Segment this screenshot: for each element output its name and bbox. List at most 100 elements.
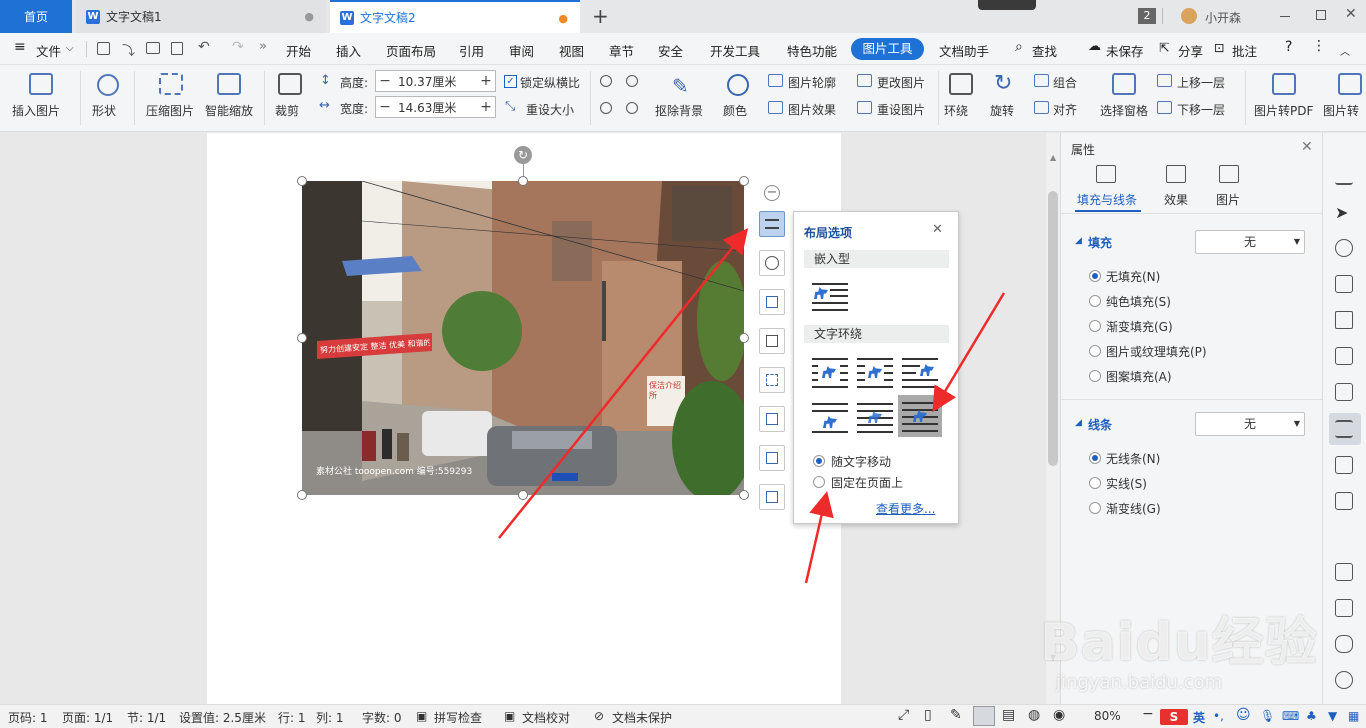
- gradient-fill-radio[interactable]: [1089, 320, 1101, 332]
- page-number[interactable]: 页码: 1: [8, 709, 48, 726]
- width-decrease-button[interactable]: −: [376, 97, 394, 117]
- crop-quick-button[interactable]: [759, 328, 785, 354]
- undo-icon[interactable]: ↶: [198, 39, 210, 55]
- tab-home[interactable]: 首页: [0, 0, 72, 33]
- new-tab-button[interactable]: +: [592, 4, 609, 28]
- proofread-button[interactable]: 文档校对: [522, 709, 570, 726]
- street-photo[interactable]: 努力创建安定 整洁 优美 和谐的文明小区 保洁介绍所 素材公社 tooopen.…: [302, 181, 744, 495]
- send-backward-icon[interactable]: [1157, 101, 1172, 114]
- menu-find[interactable]: 查找: [1032, 41, 1057, 60]
- collapse-line-icon[interactable]: ◢: [1075, 418, 1082, 428]
- tab-picture[interactable]: 图片: [1216, 191, 1240, 208]
- picture-convert-icon[interactable]: [1338, 73, 1362, 95]
- lock-ratio-label[interactable]: 锁定纵横比: [520, 74, 580, 91]
- wrap-square-option[interactable]: [812, 358, 848, 388]
- no-line-radio[interactable]: [1089, 452, 1101, 464]
- resize-handle-top[interactable]: [518, 176, 528, 186]
- rotate-icon[interactable]: ↻: [994, 71, 1012, 96]
- wrap-through-option[interactable]: [902, 358, 938, 388]
- properties-icon[interactable]: [1335, 420, 1353, 438]
- protect-status[interactable]: 文档未保护: [612, 709, 672, 726]
- picture-to-pdf-button[interactable]: 图片转PDF: [1254, 102, 1313, 119]
- color-button[interactable]: 颜色: [723, 102, 747, 119]
- see-more-link[interactable]: 查看更多...: [876, 500, 935, 517]
- menu-share[interactable]: 分享: [1178, 41, 1203, 60]
- line-section-label[interactable]: 线条: [1088, 416, 1112, 433]
- insert-picture-icon[interactable]: [29, 73, 53, 95]
- search-icon[interactable]: ⌕: [1015, 39, 1023, 55]
- menu-doc-helper[interactable]: 文档助手: [939, 41, 989, 60]
- ime-toolbox-icon[interactable]: ▦: [1348, 709, 1359, 723]
- height-decrease-button[interactable]: −: [376, 71, 394, 91]
- effects-icon[interactable]: [1166, 165, 1186, 183]
- menu-section[interactable]: 章节: [609, 41, 634, 60]
- height-value[interactable]: 10.37厘米: [394, 73, 477, 90]
- send-backward-button[interactable]: 下移一层: [1177, 101, 1225, 118]
- rotate-handle-icon[interactable]: ↻: [514, 146, 532, 164]
- more-icon[interactable]: »: [259, 39, 267, 54]
- resize-handle-left[interactable]: [297, 333, 307, 343]
- fullscreen-icon[interactable]: ⤢: [898, 707, 909, 723]
- gradient-line-radio[interactable]: [1089, 502, 1101, 514]
- collapse-ribbon-icon[interactable]: ︿: [1340, 43, 1350, 58]
- collapse-fill-icon[interactable]: ◢: [1075, 236, 1082, 246]
- resize-handle-top-left[interactable]: [297, 176, 307, 186]
- menu-features[interactable]: 特色功能: [787, 41, 837, 60]
- zoom-level[interactable]: 80%: [1094, 709, 1121, 723]
- no-fill-label[interactable]: 无填充(N): [1106, 268, 1160, 285]
- solid-fill-label[interactable]: 纯色填充(S): [1106, 293, 1171, 310]
- color-icon[interactable]: [727, 74, 749, 96]
- popup-close-icon[interactable]: ✕: [932, 222, 943, 237]
- row-info[interactable]: 行: 1: [278, 709, 306, 726]
- wrap-in-front-option[interactable]: [902, 402, 938, 432]
- height-increase-button[interactable]: +: [477, 71, 495, 91]
- tab-effects[interactable]: 效果: [1164, 191, 1188, 208]
- column-info[interactable]: 列: 1: [316, 709, 344, 726]
- edit-mode-icon[interactable]: ✎: [950, 707, 962, 723]
- unsaved-dot-icon[interactable]: ●: [558, 12, 568, 25]
- redo-icon[interactable]: ↷: [232, 39, 244, 55]
- print-preview-icon[interactable]: [171, 42, 183, 55]
- change-picture-icon[interactable]: [857, 74, 872, 87]
- help-icon[interactable]: ?: [1285, 39, 1292, 55]
- minimize-icon[interactable]: [1280, 16, 1290, 17]
- page-count[interactable]: 页面: 1/1: [62, 709, 113, 726]
- menu-view[interactable]: 视图: [559, 41, 584, 60]
- pen-icon[interactable]: [1335, 167, 1353, 185]
- protect-icon[interactable]: ⊘: [594, 709, 604, 723]
- width-increase-button[interactable]: +: [477, 97, 495, 117]
- change-picture-button[interactable]: 更改图片: [877, 74, 925, 91]
- picture-to-pdf-icon[interactable]: [1272, 73, 1296, 95]
- fixed-on-page-label[interactable]: 固定在页面上: [831, 474, 903, 491]
- compress-quick-button[interactable]: [759, 367, 785, 393]
- selection-pane-button[interactable]: 选择窗格: [1100, 102, 1148, 119]
- history-icon[interactable]: [1335, 671, 1353, 689]
- smart-zoom-icon[interactable]: [217, 73, 241, 95]
- smart-zoom-button[interactable]: 智能缩放: [205, 102, 253, 119]
- unsaved-status[interactable]: 未保存: [1106, 41, 1144, 60]
- menu-page-layout[interactable]: 页面布局: [386, 41, 436, 60]
- no-line-label[interactable]: 无线条(N): [1106, 450, 1160, 467]
- outline-view-icon[interactable]: ▤: [1002, 707, 1015, 723]
- wrap-inline-option[interactable]: [812, 283, 848, 313]
- picture-text-button[interactable]: [759, 406, 785, 432]
- scroll-up-icon[interactable]: ▲: [1050, 153, 1056, 162]
- menu-picture-tools[interactable]: 图片工具: [851, 38, 924, 60]
- tab-document-1[interactable]: W 文字文稿1 ●: [76, 0, 326, 33]
- resize-handle-right[interactable]: [739, 333, 749, 343]
- gallery-icon[interactable]: [1335, 599, 1353, 617]
- page-view-button[interactable]: [973, 706, 995, 726]
- reset-picture-icon[interactable]: [857, 101, 872, 114]
- ime-voice-icon[interactable]: 🎙: [1260, 709, 1275, 723]
- menu-insert[interactable]: 插入: [336, 41, 361, 60]
- picture-effects-icon[interactable]: [768, 101, 783, 114]
- tab-document-2[interactable]: W 文字文稿2 ●: [330, 0, 580, 33]
- fill-dropdown[interactable]: 无 ▼: [1195, 230, 1305, 254]
- zoom-in-picture-button[interactable]: [759, 250, 785, 276]
- insert-picture-button[interactable]: 插入图片: [12, 102, 60, 119]
- reset-size-icon[interactable]: ⤡: [505, 99, 515, 114]
- ime-shirt-icon[interactable]: ▼: [1328, 709, 1337, 723]
- remove-bg-quick-button[interactable]: [759, 289, 785, 315]
- read-mode-icon[interactable]: ▯: [924, 707, 932, 723]
- wrap-behind-text-option[interactable]: [857, 403, 893, 433]
